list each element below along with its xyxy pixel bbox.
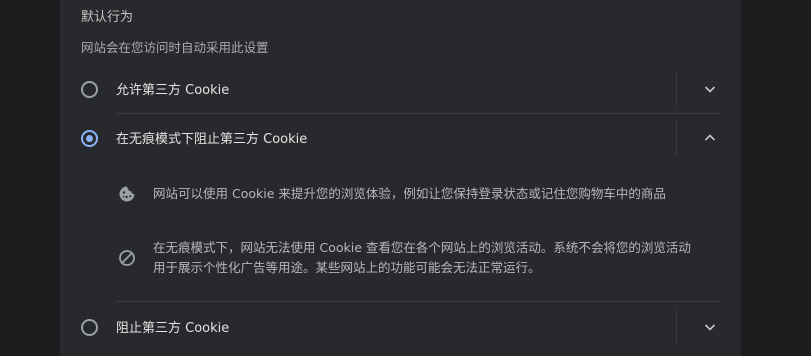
option-allow-third-party-cookies[interactable]: 允许第三方 Cookie bbox=[60, 64, 741, 114]
option-block-third-party-cookies[interactable]: 阻止第三方 Cookie bbox=[60, 302, 741, 352]
chevron-down-icon[interactable] bbox=[702, 319, 718, 335]
default-behavior-card: 默认行为 网站会在您访问时自动采用此设置 允许第三方 Cookie 在无痕模式下… bbox=[60, 0, 741, 356]
block-detail-text-line-2: 用于展示个性化广告等用途。某些网站上的功能可能会无法正常运行。 bbox=[153, 260, 541, 275]
left-gutter bbox=[0, 0, 60, 356]
cookie-detail-text: 网站可以使用 Cookie 来提升您的浏览体验，例如让您保持登录状态或记住您购物… bbox=[153, 186, 666, 201]
option-label: 阻止第三方 Cookie bbox=[116, 321, 230, 336]
chevron-up-icon[interactable] bbox=[702, 130, 718, 146]
cookie-icon bbox=[119, 186, 135, 202]
option-label: 在无痕模式下阻止第三方 Cookie bbox=[116, 132, 308, 147]
block-detail-text-line-1: 在无痕模式下，网站无法使用 Cookie 查看您在各个网站上的浏览活动。系统不会… bbox=[153, 240, 691, 255]
section-title: 默认行为 bbox=[81, 10, 134, 25]
chevron-down-icon[interactable] bbox=[702, 81, 718, 97]
radio-allow-third-party-cookies[interactable] bbox=[81, 81, 98, 98]
divider bbox=[676, 310, 677, 344]
divider bbox=[676, 72, 677, 106]
radio-block-third-party-cookies[interactable] bbox=[81, 319, 98, 336]
option-block-third-party-cookies-incognito[interactable]: 在无痕模式下阻止第三方 Cookie bbox=[60, 113, 741, 163]
section-subtitle: 网站会在您访问时自动采用此设置 bbox=[81, 40, 269, 55]
option-label: 允许第三方 Cookie bbox=[116, 83, 230, 98]
radio-block-third-party-cookies-incognito[interactable] bbox=[81, 130, 98, 147]
right-gutter bbox=[741, 0, 811, 356]
block-icon bbox=[119, 250, 135, 266]
divider bbox=[676, 121, 677, 155]
